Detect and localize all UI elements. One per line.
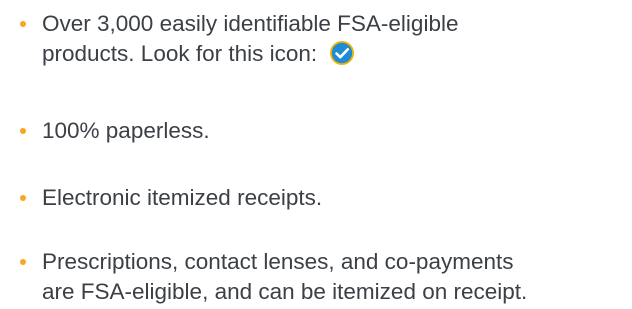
benefits-list: Over 3,000 easily identifiable FSA-eligi…	[0, 0, 632, 309]
list-item-text: 100% paperless.	[42, 116, 628, 146]
bullet-icon	[20, 21, 26, 27]
bullet-icon	[20, 128, 26, 134]
list-item-text: Over 3,000 easily identifiable FSA-eligi…	[42, 9, 628, 69]
bullet-icon	[20, 195, 26, 201]
fsa-eligible-check-icon	[330, 41, 355, 66]
list-item-line: products. Look for this icon:	[42, 39, 628, 69]
list-item-line-text: products. Look for this icon:	[42, 41, 318, 66]
list-item-line: Over 3,000 easily identifiable FSA-eligi…	[42, 11, 459, 36]
list-item-line: Electronic itemized receipts.	[42, 185, 323, 210]
list-item-text: Electronic itemized receipts.	[42, 183, 628, 213]
list-item-line: 100% paperless.	[42, 118, 210, 143]
list-item-line: Prescriptions, contact lenses, and co-pa…	[42, 249, 514, 274]
list-item-line: are FSA-eligible, and can be itemized on…	[42, 279, 528, 304]
list-item-text: Prescriptions, contact lenses, and co-pa…	[42, 247, 628, 307]
bullet-icon	[20, 259, 26, 265]
